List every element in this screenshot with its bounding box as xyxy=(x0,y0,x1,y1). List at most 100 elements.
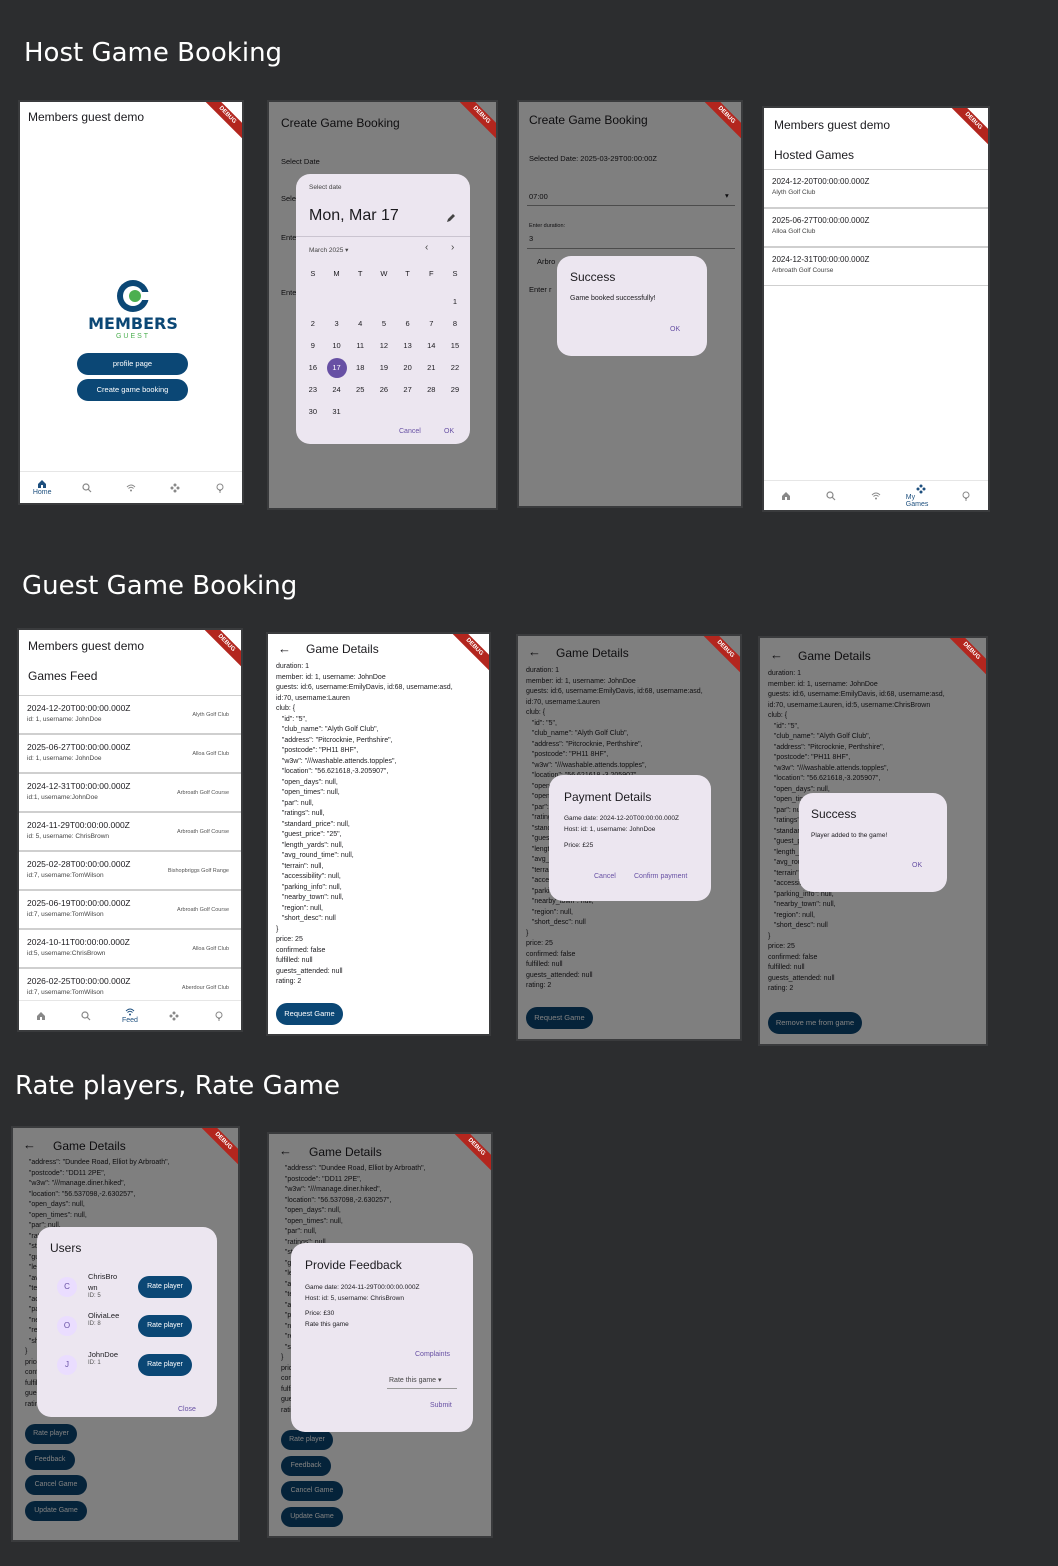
rate-player-button[interactable]: Rate player xyxy=(138,1354,192,1376)
nav-my-games[interactable]: My Games xyxy=(906,484,936,508)
complaints-button[interactable]: Complaints xyxy=(415,1351,450,1358)
nav-home[interactable]: Home xyxy=(27,479,57,496)
weekday-label: T xyxy=(405,269,410,278)
submit-feedback-button[interactable]: Submit xyxy=(430,1402,452,1409)
calendar-day[interactable]: 10 xyxy=(325,336,349,358)
nav-search[interactable] xyxy=(816,490,846,501)
create-game-booking-button[interactable]: Create game booking xyxy=(77,379,188,401)
calendar-day[interactable]: 11 xyxy=(348,336,372,358)
calendar-day[interactable]: 16 xyxy=(301,358,325,380)
nav-ideas[interactable] xyxy=(205,483,235,493)
list-item[interactable]: 2024-10-11T00:00:00.000Z id:5, username:C… xyxy=(19,929,241,968)
game-date: 2024-12-20T00:00:00.000Z xyxy=(772,177,870,186)
nav-feed-label: Feed xyxy=(121,1017,138,1024)
nav-home[interactable] xyxy=(26,1011,56,1021)
list-item[interactable]: 2024-12-20T00:00:00.000Z id: 1, username:… xyxy=(19,695,241,734)
profile-page-button[interactable]: profile page xyxy=(77,353,188,375)
month-selector[interactable]: March 2025 ▾ xyxy=(309,246,348,254)
calendar-day[interactable]: 26 xyxy=(372,380,396,402)
date-ok-button[interactable]: OK xyxy=(444,428,454,435)
date-cancel-button[interactable]: Cancel xyxy=(399,428,421,435)
list-item[interactable]: 2024-12-31T00:00:00.000Z Arbroath Golf Co… xyxy=(764,247,988,286)
calendar-day[interactable]: 7 xyxy=(419,314,443,336)
feedback-title: Provide Feedback xyxy=(305,1258,402,1272)
calendar-day[interactable]: 13 xyxy=(396,336,420,358)
pencil-icon[interactable] xyxy=(446,213,456,223)
list-item[interactable]: 2025-06-27T00:00:00.000Z Alloa Golf Club xyxy=(764,208,988,247)
list-item[interactable]: 2025-06-19T00:00:00.000Z id:7, username:T… xyxy=(19,890,241,929)
calendar-day[interactable]: 31 xyxy=(325,402,349,424)
users-close-button[interactable]: Close xyxy=(178,1406,196,1413)
calendar-day[interactable]: 20 xyxy=(396,358,420,380)
calendar-day[interactable]: 29 xyxy=(443,380,467,402)
chevron-right-icon[interactable]: › xyxy=(451,242,454,253)
request-game-button[interactable]: Request Game xyxy=(276,1003,343,1025)
calendar-day[interactable]: 17 xyxy=(325,358,349,380)
calendar-day[interactable]: 22 xyxy=(443,358,467,380)
confirm-payment-button[interactable]: Confirm payment xyxy=(634,873,687,880)
debug-banner: DEBUG xyxy=(944,108,988,151)
nav-my-games[interactable] xyxy=(159,1011,189,1021)
lightbulb-icon xyxy=(215,1011,223,1020)
nav-ideas[interactable] xyxy=(204,1011,234,1021)
user-id: ID: 5 xyxy=(88,1293,101,1299)
nav-feed[interactable]: Feed xyxy=(115,1007,145,1024)
nav-my-games[interactable] xyxy=(160,483,190,493)
rate-game-dropdown[interactable]: Rate this game ▾ xyxy=(389,1376,442,1384)
calendar-day[interactable]: 18 xyxy=(348,358,372,380)
calendar-day[interactable]: 15 xyxy=(443,336,467,358)
game-date: 2024-12-31T00:00:00.000Z xyxy=(772,255,870,264)
list-item[interactable]: 2025-02-28T00:00:00.000Z id:7, username:T… xyxy=(19,851,241,890)
nav-ideas[interactable] xyxy=(951,491,981,501)
screen-create-datepicker: DEBUG Create Game Booking Select Date Se… xyxy=(267,100,498,510)
calendar-day[interactable]: 23 xyxy=(301,380,325,402)
calendar-day[interactable]: 12 xyxy=(372,336,396,358)
calendar-day[interactable]: 25 xyxy=(348,380,372,402)
avatar: C xyxy=(57,1277,77,1297)
calendar-day[interactable]: 28 xyxy=(419,380,443,402)
payment-cancel-button[interactable]: Cancel xyxy=(594,873,616,880)
nav-feed[interactable] xyxy=(861,491,891,501)
calendar-day[interactable]: 6 xyxy=(396,314,420,336)
calendar-day[interactable]: 21 xyxy=(419,358,443,380)
logo-sub: GUEST xyxy=(115,333,151,340)
player-added-ok-button[interactable]: OK xyxy=(912,862,922,869)
rate-player-button[interactable]: Rate player xyxy=(138,1315,192,1337)
calendar-day[interactable]: 8 xyxy=(443,314,467,336)
list-item[interactable]: 2024-12-20T00:00:00.000Z Alyth Golf Club xyxy=(764,169,988,208)
host-info: id: 5, username: ChrisBrown xyxy=(27,833,110,840)
rate-player-button[interactable]: Rate player xyxy=(138,1276,192,1298)
dropdown-arrow-icon: ▾ xyxy=(345,247,349,254)
list-item[interactable]: 2025-06-27T00:00:00.000Z id: 1, username:… xyxy=(19,734,241,773)
chevron-left-icon[interactable]: ‹ xyxy=(425,242,428,253)
users-title: Users xyxy=(50,1241,82,1255)
success-ok-button[interactable]: OK xyxy=(670,326,680,333)
screen-feedback: DEBUG ← Game Details "address": "Dundee … xyxy=(267,1132,493,1538)
calendar-day[interactable]: 14 xyxy=(419,336,443,358)
nav-home[interactable] xyxy=(771,491,801,501)
calendar-day[interactable]: 19 xyxy=(372,358,396,380)
calendar-day[interactable]: 2 xyxy=(301,314,325,336)
calendar-day[interactable]: 9 xyxy=(301,336,325,358)
nav-search[interactable] xyxy=(72,482,102,493)
calendar-day[interactable]: 4 xyxy=(348,314,372,336)
calendar-day[interactable]: 30 xyxy=(301,402,325,424)
nav-feed[interactable] xyxy=(116,483,146,493)
calendar-day[interactable]: 3 xyxy=(325,314,349,336)
success-title: Success xyxy=(570,270,616,284)
calendar-day-number: 15 xyxy=(450,341,460,350)
gamepad-icon xyxy=(916,484,926,493)
home-icon xyxy=(38,480,47,488)
list-item[interactable]: 2024-11-29T00:00:00.000Z id: 5, username:… xyxy=(19,812,241,851)
calendar-day[interactable]: 1 xyxy=(443,292,467,314)
list-item[interactable]: 2024-12-31T00:00:00.000Z id:1, username:J… xyxy=(19,773,241,812)
back-arrow-icon[interactable]: ← xyxy=(278,641,291,656)
calendar-day-number: 11 xyxy=(356,341,365,350)
weekday-label: T xyxy=(357,269,363,278)
game-date: 2024-10-11T00:00:00.000Z xyxy=(27,937,130,947)
calendar-day[interactable]: 24 xyxy=(325,380,349,402)
calendar-day[interactable]: 5 xyxy=(372,314,396,336)
calendar-day[interactable]: 27 xyxy=(396,380,420,402)
club-name: Alyth Golf Club xyxy=(192,712,229,718)
nav-search[interactable] xyxy=(71,1010,101,1021)
